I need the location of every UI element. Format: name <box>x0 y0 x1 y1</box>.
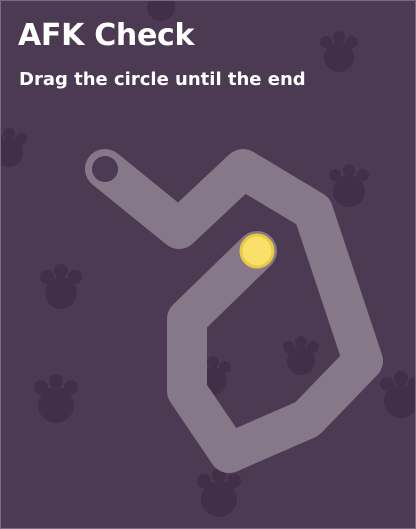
drag-handle-circle[interactable] <box>239 233 275 269</box>
paw-print-icon <box>34 374 78 423</box>
paw-print-icon <box>329 164 369 207</box>
page-title: AFK Check <box>18 18 195 53</box>
paw-print-icon <box>380 371 415 418</box>
paw-print-icon <box>283 336 319 375</box>
instruction-text: Drag the circle until the end <box>19 69 306 90</box>
afk-check-panel: AFK Check Drag the circle until the end <box>0 0 416 529</box>
path-start-marker <box>92 156 118 182</box>
drag-path-track <box>85 149 383 473</box>
paw-print-icon <box>1 128 27 167</box>
paw-print-icon <box>320 31 358 72</box>
paw-print-icon <box>197 468 241 517</box>
paw-print-icon <box>40 264 82 309</box>
